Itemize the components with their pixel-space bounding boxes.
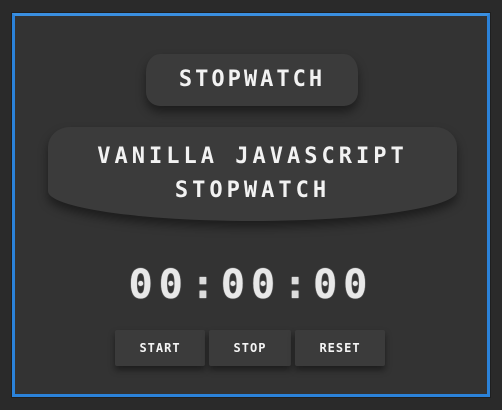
timer-seconds: 00 [220,262,282,308]
stop-button[interactable]: STOP [209,330,291,366]
timer-separator: : [283,262,312,308]
timer-minutes: 00 [128,262,189,308]
control-buttons: START STOP RESET [115,330,387,366]
app-title: STOPWATCH [146,54,358,106]
subtitle-banner: VANILLA JAVASCRIPT STOPWATCH [48,127,457,221]
stopwatch-container: STOPWATCH VANILLA JAVASCRIPT STOPWATCH 0… [12,13,490,397]
timer-separator: : [190,262,219,308]
subtitle-line-1: VANILLA JAVASCRIPT [97,144,408,169]
timer-hundredths: 00 [313,262,374,308]
start-button[interactable]: START [115,330,205,366]
subtitle-line-2: STOPWATCH [174,178,331,203]
timer-display: 00:00:00 [15,262,487,308]
reset-button[interactable]: RESET [295,330,385,366]
